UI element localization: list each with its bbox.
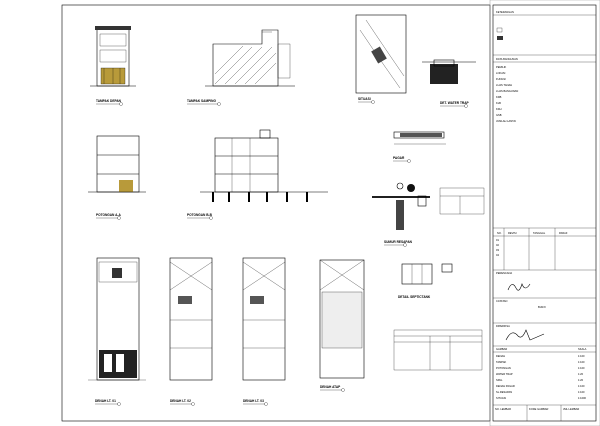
data-row-label: KDH <box>496 107 502 111</box>
schedule-table <box>393 329 483 371</box>
situasi-label: SITUASI <box>358 97 371 101</box>
water-trap-label: DET. WATER TRAP <box>440 101 469 105</box>
data-row-label: KDB <box>496 95 502 99</box>
catatan-label: CATATAN <box>496 299 507 303</box>
potongan-aa-drawing: POTONGAN A-A <box>88 135 146 220</box>
data-row-label: GSB <box>496 113 502 117</box>
data-row-label: LUAS BANGUNAN <box>496 89 518 93</box>
revisi-row: 01 <box>496 238 499 242</box>
data-row-label: LUAS TANAH <box>496 83 512 87</box>
data-row-label: FUNGSI <box>496 77 506 81</box>
tampak-depan-drawing: TAMPAK DEPAN <box>90 26 136 106</box>
gambar-row-scale: 1:100 <box>578 384 585 388</box>
gambar-row-name: DENAH PAGAR <box>496 384 515 388</box>
title-block-frame <box>492 4 597 422</box>
data-row-label: PEMILIK <box>496 65 507 69</box>
gambar-row-scale: 1:100 <box>578 360 585 364</box>
potongan-bb-drawing: POTONGAN B-B <box>187 129 328 220</box>
denah-lt3-drawing: DENAH LT. 03 <box>242 257 286 406</box>
data-row-label: LOKASI <box>496 71 506 75</box>
gambar-row-name: TAMPAK <box>496 360 507 364</box>
denah-lt1-drawing: DENAH LT. 01 <box>88 257 146 406</box>
gambar-row-scale: 1:100 <box>578 390 585 394</box>
gambar-row-name: WATER TRAP <box>496 372 513 376</box>
footer-jml-lembar: JML LEMBAR <box>563 407 579 411</box>
gambar-row-scale: 1:100 <box>578 366 585 370</box>
revisi-header: NO. <box>497 231 502 235</box>
diperiksa-label: DIPERIKSA <box>496 324 510 328</box>
revisi-row: 03 <box>496 248 499 252</box>
tampak-samping-drawing: TAMPAK SAMPING <box>187 29 295 106</box>
perencana-label: PERENCANA <box>496 271 512 275</box>
revisi-row: 04 <box>496 253 499 257</box>
revisi-header: REVISI <box>508 231 517 235</box>
gambar-row-name: SPAL <box>496 378 503 382</box>
data-bangunan-label: DATA BANGUNAN <box>496 57 518 61</box>
denah-atap-label: DENAH ATAP <box>320 385 341 389</box>
revisi-header: PARAF <box>559 231 568 235</box>
tampak-depan-label: TAMPAK DEPAN <box>96 99 122 103</box>
situasi-drawing: SITUASI <box>355 14 407 104</box>
gambar-header: GAMBAR <box>496 347 507 351</box>
gambar-row-name: SITUASI <box>496 396 506 400</box>
keterangan-label: KETERANGAN <box>496 10 514 14</box>
revisi-header: TANGGAL <box>533 231 546 235</box>
data-row-label: JUMLAH LANTAI <box>496 119 516 123</box>
skala-header: SKALA <box>578 347 587 351</box>
septictank-drawing: DETAIL SEPTICTANK <box>398 263 453 299</box>
water-trap-drawing: DET. WATER TRAP <box>422 59 476 108</box>
gambar-row-name: DENAH <box>496 354 505 358</box>
potongan-aa-label: POTONGAN A-A <box>96 213 121 217</box>
sumur-label: SUMUR RESAPAN <box>384 240 413 244</box>
gambar-row-scale: 1:100 <box>578 354 585 358</box>
potongan-bb-label: POTONGAN B-B <box>187 213 213 217</box>
denah-atap-drawing: DENAH ATAP <box>319 259 365 392</box>
catatan-title: BURJI <box>538 305 546 309</box>
denah-lt3-label: DENAH LT. 03 <box>243 399 264 403</box>
revisi-row: 02 <box>496 243 499 247</box>
footer-no-lembar: NO. LEMBAR <box>495 407 511 411</box>
gambar-row-name: POTONGAN <box>496 366 511 370</box>
denah-lt2-drawing: DENAH LT. 02 <box>169 257 213 406</box>
tampak-samping-label: TAMPAK SAMPING <box>187 99 216 103</box>
perencana-signature <box>507 283 531 291</box>
footer-kode-gambar: KODE GAMBAR <box>529 407 548 411</box>
data-row-label: KLB <box>496 101 501 105</box>
gambar-row-scale: 1:20 <box>578 372 584 376</box>
gambar-row-scale: 1:20 <box>578 378 584 382</box>
septic-label: DETAIL SEPTICTANK <box>398 295 431 299</box>
gambar-row-name: SL.RESAPAN <box>496 390 512 394</box>
gambar-row-scale: 1:1000 <box>578 396 586 400</box>
pagar-label: PAGAR <box>393 156 405 160</box>
denah-lt2-label: DENAH LT. 02 <box>170 399 191 403</box>
denah-lt1-label: DENAH LT. 01 <box>95 399 116 403</box>
diperiksa-signature <box>505 329 545 341</box>
sumur-resapan-drawing: SUMUR RESAPAN <box>372 182 485 247</box>
pagar-drawing: PAGAR <box>393 131 446 163</box>
title-block: KETERANGAN DATA BANGUNAN PEMILIK LOKASI FU… <box>493 10 596 421</box>
drawing-sheet: TAMPAK DEPAN TAMPAK SAMPING SITUASI DET.… <box>61 0 600 426</box>
